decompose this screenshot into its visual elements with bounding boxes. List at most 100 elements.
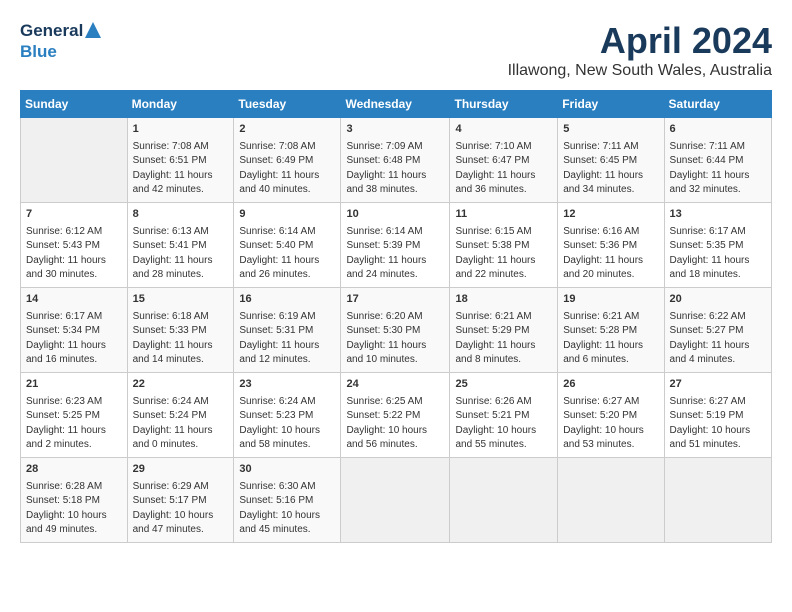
cell-info: and 24 minutes. — [346, 268, 444, 283]
cell-info: Sunset: 6:47 PM — [455, 154, 552, 169]
calendar-cell: 7Sunrise: 6:12 AMSunset: 5:43 PMDaylight… — [21, 202, 128, 287]
day-number: 11 — [455, 207, 552, 223]
cell-info: Daylight: 10 hours — [563, 424, 658, 439]
cell-info: and 26 minutes. — [239, 268, 335, 283]
cell-info: Sunset: 5:40 PM — [239, 239, 335, 254]
calendar-table: SundayMondayTuesdayWednesdayThursdayFrid… — [20, 90, 772, 543]
cell-info: Daylight: 11 hours — [26, 424, 122, 439]
cell-info: Daylight: 11 hours — [346, 339, 444, 354]
calendar-cell: 19Sunrise: 6:21 AMSunset: 5:28 PMDayligh… — [558, 287, 664, 372]
cell-info: Sunrise: 6:27 AM — [563, 395, 658, 410]
cell-info: Sunrise: 7:09 AM — [346, 140, 444, 155]
cell-info: and 0 minutes. — [133, 438, 229, 453]
calendar-cell: 18Sunrise: 6:21 AMSunset: 5:29 PMDayligh… — [450, 287, 558, 372]
cell-info: Sunset: 5:23 PM — [239, 409, 335, 424]
cell-info: Daylight: 11 hours — [346, 169, 444, 184]
cell-info: Daylight: 10 hours — [26, 509, 122, 524]
cell-info: Sunset: 5:29 PM — [455, 324, 552, 339]
cell-info: and 8 minutes. — [455, 353, 552, 368]
cell-info: and 58 minutes. — [239, 438, 335, 453]
cell-info: Sunrise: 6:13 AM — [133, 225, 229, 240]
cell-info: Sunset: 6:48 PM — [346, 154, 444, 169]
calendar-cell: 12Sunrise: 6:16 AMSunset: 5:36 PMDayligh… — [558, 202, 664, 287]
calendar-cell: 6Sunrise: 7:11 AMSunset: 6:44 PMDaylight… — [664, 118, 771, 203]
cell-info: Sunrise: 7:11 AM — [563, 140, 658, 155]
cell-info: Sunset: 5:28 PM — [563, 324, 658, 339]
cell-info: Sunset: 5:21 PM — [455, 409, 552, 424]
cell-info: and 18 minutes. — [670, 268, 766, 283]
logo-triangle-icon — [85, 22, 101, 42]
day-number: 12 — [563, 207, 658, 223]
calendar-cell: 13Sunrise: 6:17 AMSunset: 5:35 PMDayligh… — [664, 202, 771, 287]
cell-info: Sunset: 5:31 PM — [239, 324, 335, 339]
day-number: 16 — [239, 292, 335, 308]
cell-info: Daylight: 11 hours — [455, 254, 552, 269]
weekday-monday: Monday — [127, 91, 234, 118]
cell-info: Daylight: 10 hours — [239, 424, 335, 439]
cell-info: Sunrise: 6:29 AM — [133, 480, 229, 495]
cell-info: Sunrise: 6:16 AM — [563, 225, 658, 240]
cell-info: Sunset: 5:25 PM — [26, 409, 122, 424]
cell-info: Sunset: 5:18 PM — [26, 494, 122, 509]
cell-info: and 22 minutes. — [455, 268, 552, 283]
cell-info: and 53 minutes. — [563, 438, 658, 453]
cell-info: Daylight: 11 hours — [26, 339, 122, 354]
calendar-cell: 16Sunrise: 6:19 AMSunset: 5:31 PMDayligh… — [234, 287, 341, 372]
cell-info: Sunset: 5:24 PM — [133, 409, 229, 424]
calendar-cell — [21, 118, 128, 203]
cell-info: Sunrise: 6:19 AM — [239, 310, 335, 325]
calendar-cell: 3Sunrise: 7:09 AMSunset: 6:48 PMDaylight… — [341, 118, 450, 203]
cell-info: Daylight: 11 hours — [133, 169, 229, 184]
cell-info: Daylight: 11 hours — [133, 424, 229, 439]
day-number: 30 — [239, 462, 335, 478]
cell-info: Sunset: 5:20 PM — [563, 409, 658, 424]
logo: General Blue — [20, 20, 101, 62]
day-number: 28 — [26, 462, 122, 478]
cell-info: Sunset: 5:30 PM — [346, 324, 444, 339]
month-year: April 2024 — [508, 20, 772, 62]
weekday-thursday: Thursday — [450, 91, 558, 118]
week-row-3: 14Sunrise: 6:17 AMSunset: 5:34 PMDayligh… — [21, 287, 772, 372]
cell-info: Sunset: 5:33 PM — [133, 324, 229, 339]
cell-info: and 2 minutes. — [26, 438, 122, 453]
cell-info: Daylight: 10 hours — [239, 509, 335, 524]
cell-info: Sunrise: 6:17 AM — [670, 225, 766, 240]
weekday-header-row: SundayMondayTuesdayWednesdayThursdayFrid… — [21, 91, 772, 118]
calendar-cell: 27Sunrise: 6:27 AMSunset: 5:19 PMDayligh… — [664, 372, 771, 457]
cell-info: Sunset: 5:36 PM — [563, 239, 658, 254]
cell-info: Sunrise: 6:20 AM — [346, 310, 444, 325]
cell-info: and 30 minutes. — [26, 268, 122, 283]
cell-info: Sunset: 5:16 PM — [239, 494, 335, 509]
calendar-cell: 14Sunrise: 6:17 AMSunset: 5:34 PMDayligh… — [21, 287, 128, 372]
calendar-cell — [664, 457, 771, 542]
logo-blue: Blue — [20, 42, 57, 61]
weekday-saturday: Saturday — [664, 91, 771, 118]
calendar-cell: 9Sunrise: 6:14 AMSunset: 5:40 PMDaylight… — [234, 202, 341, 287]
calendar-cell: 25Sunrise: 6:26 AMSunset: 5:21 PMDayligh… — [450, 372, 558, 457]
week-row-5: 28Sunrise: 6:28 AMSunset: 5:18 PMDayligh… — [21, 457, 772, 542]
cell-info: Sunrise: 6:25 AM — [346, 395, 444, 410]
cell-info: Sunrise: 6:21 AM — [563, 310, 658, 325]
calendar-cell: 11Sunrise: 6:15 AMSunset: 5:38 PMDayligh… — [450, 202, 558, 287]
cell-info: Daylight: 11 hours — [563, 169, 658, 184]
calendar-cell: 2Sunrise: 7:08 AMSunset: 6:49 PMDaylight… — [234, 118, 341, 203]
cell-info: and 49 minutes. — [26, 523, 122, 538]
day-number: 19 — [563, 292, 658, 308]
calendar-cell: 8Sunrise: 6:13 AMSunset: 5:41 PMDaylight… — [127, 202, 234, 287]
cell-info: Sunset: 5:38 PM — [455, 239, 552, 254]
cell-info: Sunrise: 6:24 AM — [239, 395, 335, 410]
day-number: 23 — [239, 377, 335, 393]
cell-info: and 47 minutes. — [133, 523, 229, 538]
cell-info: and 55 minutes. — [455, 438, 552, 453]
cell-info: Sunrise: 6:24 AM — [133, 395, 229, 410]
cell-info: Sunrise: 6:26 AM — [455, 395, 552, 410]
day-number: 26 — [563, 377, 658, 393]
week-row-1: 1Sunrise: 7:08 AMSunset: 6:51 PMDaylight… — [21, 118, 772, 203]
cell-info: Sunset: 5:41 PM — [133, 239, 229, 254]
cell-info: Sunrise: 6:14 AM — [346, 225, 444, 240]
day-number: 18 — [455, 292, 552, 308]
cell-info: Sunrise: 6:14 AM — [239, 225, 335, 240]
cell-info: Sunrise: 6:27 AM — [670, 395, 766, 410]
cell-info: Sunset: 5:39 PM — [346, 239, 444, 254]
cell-info: and 4 minutes. — [670, 353, 766, 368]
